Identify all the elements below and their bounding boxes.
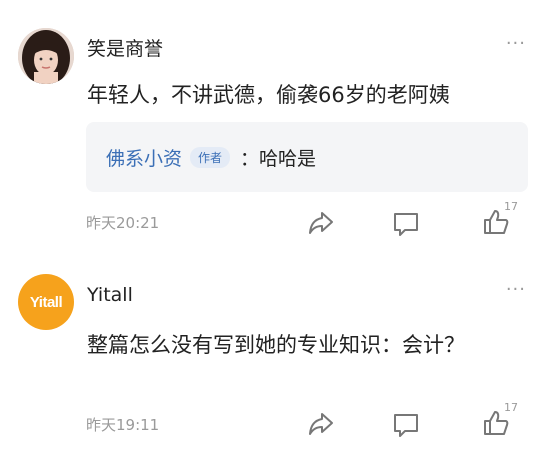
avatar[interactable]: Yitall — [18, 274, 74, 330]
avatar[interactable] — [18, 28, 74, 84]
timestamp: 昨天19:11 — [86, 416, 160, 434]
reply-text: ：哈哈是 — [240, 147, 317, 170]
reply-box[interactable]: 佛系小资 作者 ：哈哈是 — [86, 122, 528, 192]
author-badge: 作者 — [190, 146, 231, 168]
like-count: 17 — [504, 200, 518, 213]
comment-text: 整篇怎么没有写到她的专业知识：会计？ — [87, 333, 465, 357]
like-count: 17 — [504, 401, 518, 414]
comment-text: 年轻人，不讲武德，偷袭66岁的老阿姨 — [87, 83, 450, 107]
avatar-logo-text: Yitall — [29, 293, 63, 311]
comment-icon[interactable] — [392, 211, 420, 241]
reply-username[interactable]: 佛系小资 — [106, 144, 182, 171]
more-options-icon[interactable]: ··· — [506, 33, 526, 54]
share-icon[interactable] — [307, 411, 335, 441]
share-icon[interactable] — [307, 210, 335, 240]
timestamp: 昨天20:21 — [86, 214, 160, 232]
username[interactable]: Yitall — [87, 284, 133, 306]
username[interactable]: 笑是商誉 — [87, 34, 163, 61]
comment-icon[interactable] — [392, 412, 420, 442]
more-options-icon[interactable]: ··· — [506, 279, 526, 300]
